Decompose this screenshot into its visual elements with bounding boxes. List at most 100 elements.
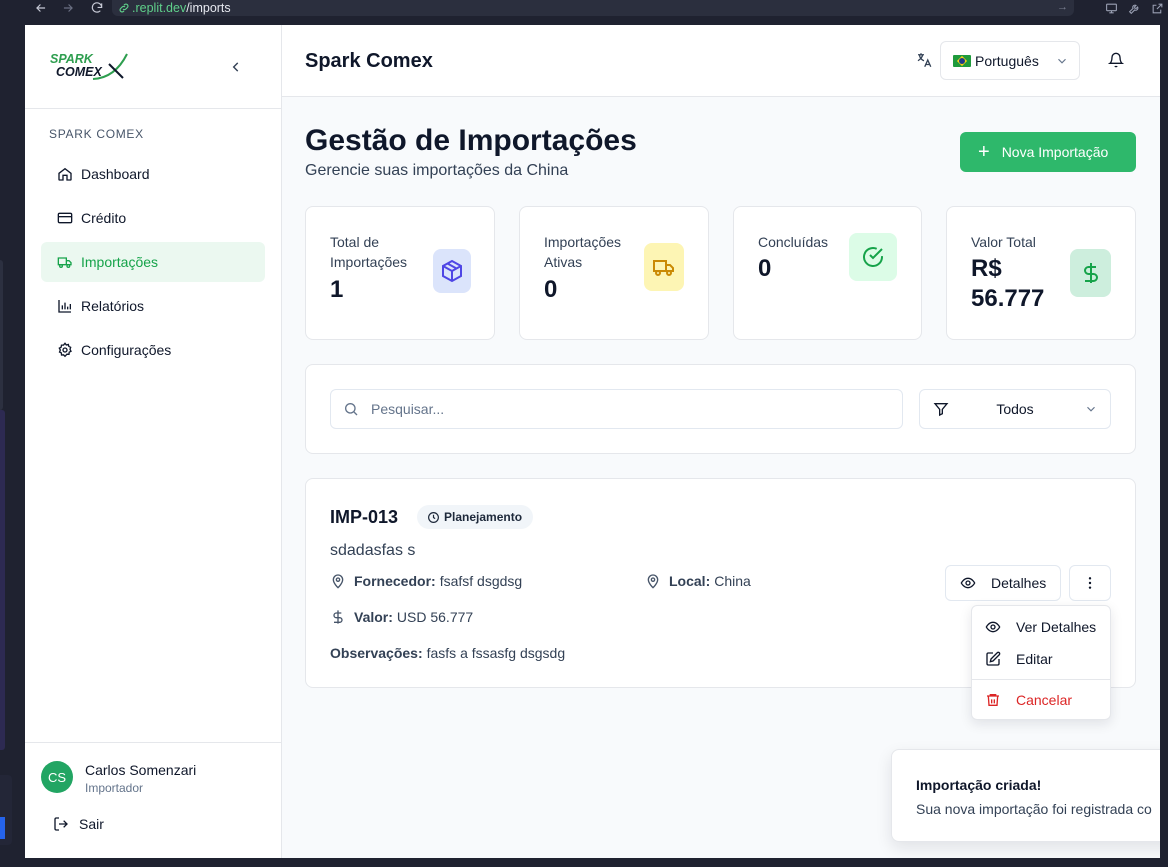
sidebar-item-label: Configurações xyxy=(81,342,172,358)
more-vertical-icon xyxy=(1088,577,1092,589)
right-window-edge xyxy=(1160,25,1168,867)
menu-item-edit[interactable]: Editar xyxy=(972,644,1110,674)
gear-icon xyxy=(57,342,73,358)
dollar-icon xyxy=(333,610,343,624)
supplier-value: fsafsf dsgdsg xyxy=(439,573,523,589)
brazil-flag-icon xyxy=(953,54,971,67)
user-name: Carlos Somenzari xyxy=(85,762,197,778)
map-pin-icon xyxy=(647,574,659,589)
eye-icon xyxy=(960,577,976,589)
menu-item-cancel[interactable]: Cancelar xyxy=(972,685,1110,715)
avatar[interactable]: CS xyxy=(41,761,73,793)
new-import-button[interactable]: + Nova Importação xyxy=(960,132,1136,172)
forward-icon[interactable] xyxy=(61,0,75,16)
bar-chart-icon xyxy=(57,298,73,314)
go-arrow-icon[interactable]: → xyxy=(1057,1,1068,13)
translate-icon xyxy=(917,53,932,68)
search-field[interactable] xyxy=(330,389,903,429)
stat-value: 0 xyxy=(758,255,772,282)
filter-card: Todos xyxy=(305,364,1136,454)
notes-label: Observações: xyxy=(330,645,423,661)
status-badge: Planejamento xyxy=(417,505,534,529)
truck-icon xyxy=(57,254,73,270)
details-label: Detalhes xyxy=(991,575,1047,591)
details-button[interactable]: Detalhes xyxy=(945,565,1061,601)
sidebar-item-credito[interactable]: Crédito xyxy=(41,198,265,238)
sidebar: SPARK COMEX SPARK COMEX Dashboard Crédit… xyxy=(25,25,282,858)
logout-button[interactable]: Sair xyxy=(53,816,104,832)
app-window: SPARK COMEX SPARK COMEX Dashboard Crédit… xyxy=(25,25,1160,858)
sidebar-item-label: Crédito xyxy=(81,210,127,226)
language-select[interactable]: Português xyxy=(940,41,1080,80)
bottom-window-edge xyxy=(0,858,1168,867)
chevron-down-icon xyxy=(1058,58,1066,64)
sidebar-item-label: Dashboard xyxy=(81,166,150,182)
home-icon xyxy=(57,166,73,182)
chevron-left-icon xyxy=(232,62,239,72)
wrench-icon[interactable] xyxy=(1128,2,1141,15)
url-path: /imports xyxy=(186,1,231,15)
stat-label: Total de Importações xyxy=(330,234,408,270)
plus-icon: + xyxy=(978,141,990,163)
sidebar-item-label: Importações xyxy=(81,254,159,270)
bell-icon[interactable] xyxy=(1108,52,1124,68)
credit-card-icon xyxy=(57,210,73,226)
sidebar-section-label: SPARK COMEX xyxy=(49,127,144,141)
check-circle-icon xyxy=(849,233,897,281)
left-window-edge xyxy=(0,25,25,867)
more-actions-button[interactable] xyxy=(1069,565,1111,601)
app-title: Spark Comex xyxy=(305,50,433,72)
sidebar-item-importacoes[interactable]: Importações xyxy=(41,242,265,282)
stat-label: Importações Ativas xyxy=(544,234,622,270)
stat-card-total-value: Valor Total R$ 56.777 xyxy=(946,206,1136,340)
stat-card-completed: Concluídas 0 xyxy=(733,206,922,340)
eye-icon xyxy=(985,621,1001,633)
svg-text:SPARK: SPARK xyxy=(50,52,94,66)
logo-area: SPARK COMEX xyxy=(25,25,281,109)
stat-card-active: Importações Ativas 0 xyxy=(519,206,709,340)
chevron-down-icon xyxy=(1087,406,1095,412)
value-field: Valor: USD 56.777 xyxy=(330,609,473,625)
language-value: Português xyxy=(975,52,1039,69)
import-code: IMP-013 xyxy=(330,507,399,527)
sidebar-item-dashboard[interactable]: Dashboard xyxy=(41,154,265,194)
dollar-icon xyxy=(1070,249,1111,297)
status-filter-select[interactable]: Todos xyxy=(919,389,1111,429)
location-label: Local: xyxy=(669,573,711,589)
notes-field: Observações: fasfs a fssasfg dsgsdg xyxy=(330,645,565,661)
toast-notification[interactable]: Importação criada! Sua nova importação f… xyxy=(891,749,1160,842)
top-bar: Spark Comex Português xyxy=(282,25,1160,97)
status-badge-label: Planejamento xyxy=(444,510,523,524)
monitor-icon[interactable] xyxy=(1105,2,1118,15)
toast-title: Importação criada! xyxy=(916,777,1042,793)
sidebar-item-configuracoes[interactable]: Configurações xyxy=(41,330,265,370)
edit-icon xyxy=(986,651,1001,666)
reload-icon[interactable] xyxy=(90,0,104,16)
page-title: Gestão de Importações xyxy=(305,124,637,157)
browser-chrome: .replit.dev/imports → xyxy=(0,0,1168,25)
collapse-sidebar-button[interactable] xyxy=(227,58,245,76)
new-import-label: Nova Importação xyxy=(1001,144,1109,160)
status-filter-value: Todos xyxy=(996,401,1034,417)
stat-value: 1 xyxy=(330,276,344,303)
menu-item-view-details[interactable]: Ver Detalhes xyxy=(972,612,1110,642)
spark-comex-logo: SPARK COMEX xyxy=(50,52,128,80)
page-subtitle: Gerencie suas importações da China xyxy=(305,162,569,179)
supplier-field: Fornecedor: fsafsf dsgdsg xyxy=(330,573,522,589)
sidebar-item-relatorios[interactable]: Relatórios xyxy=(41,286,265,326)
url-bar[interactable]: .replit.dev/imports → xyxy=(112,0,1074,16)
external-link-icon[interactable] xyxy=(1151,2,1164,15)
browser-tools xyxy=(1105,0,1164,16)
logout-label: Sair xyxy=(79,816,104,832)
import-description: sdadasfas s xyxy=(330,542,416,559)
svg-text:COMEX: COMEX xyxy=(56,65,103,79)
menu-divider xyxy=(972,679,1110,680)
user-role: Importador xyxy=(85,781,144,795)
location-value: China xyxy=(714,573,751,589)
truck-icon xyxy=(644,243,684,291)
notes-value: fasfs a fssasfg dsgsdg xyxy=(426,645,566,661)
package-icon xyxy=(433,249,471,293)
back-icon[interactable] xyxy=(34,0,48,16)
stat-card-total: Total de Importações 1 xyxy=(305,206,495,340)
search-input[interactable] xyxy=(371,401,891,417)
